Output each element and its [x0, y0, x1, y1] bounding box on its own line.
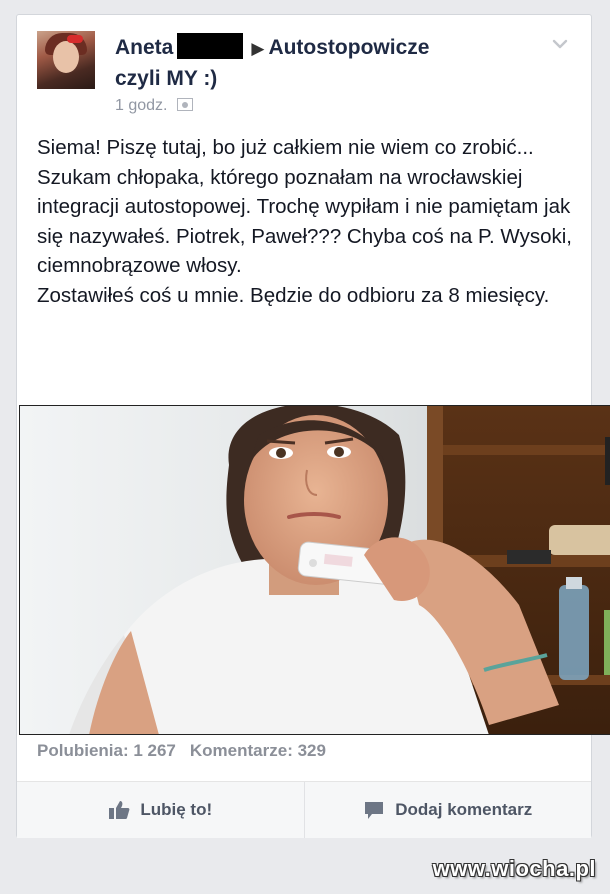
- post-stats: Polubienia: 1 267 Komentarze: 329: [37, 741, 326, 761]
- comments-count[interactable]: Komentarze: 329: [190, 741, 326, 760]
- likes-count[interactable]: Polubienia: 1 267: [37, 741, 176, 760]
- group-name[interactable]: Autostopowicze: [268, 36, 429, 59]
- post-photo[interactable]: [19, 405, 610, 735]
- comment-icon: [365, 802, 384, 819]
- post-header: Aneta ▶ Autostopowicze czyli MY :): [115, 33, 555, 94]
- post-card: Aneta ▶ Autostopowicze czyli MY :) 1 godz.…: [16, 14, 610, 838]
- group-arrow-icon: ▶: [251, 39, 265, 58]
- author-avatar[interactable]: [37, 31, 95, 89]
- chevron-down-icon[interactable]: [551, 35, 569, 53]
- thumbs-up-icon: [109, 801, 130, 819]
- action-bar: Lubię to! Dodaj komentarz: [17, 782, 591, 838]
- post-meta: 1 godz.: [115, 97, 194, 115]
- post-body-text: Siema! Piszę tutaj, bo już całkiem nie w…: [37, 136, 572, 307]
- audience-icon: [177, 98, 194, 111]
- comment-button-label: Dodaj komentarz: [395, 800, 533, 819]
- author-name[interactable]: Aneta: [115, 36, 173, 59]
- group-name-line2[interactable]: czyli MY :): [115, 67, 217, 90]
- photo-image: [19, 405, 610, 735]
- like-button[interactable]: Lubię to!: [17, 782, 304, 838]
- site-watermark: www.wiocha.pl: [432, 856, 596, 881]
- like-button-label: Lubię to!: [140, 800, 213, 819]
- post-time[interactable]: 1 godz.: [115, 97, 167, 114]
- comment-button[interactable]: Dodaj komentarz: [303, 782, 592, 838]
- redaction-bar: [177, 33, 244, 59]
